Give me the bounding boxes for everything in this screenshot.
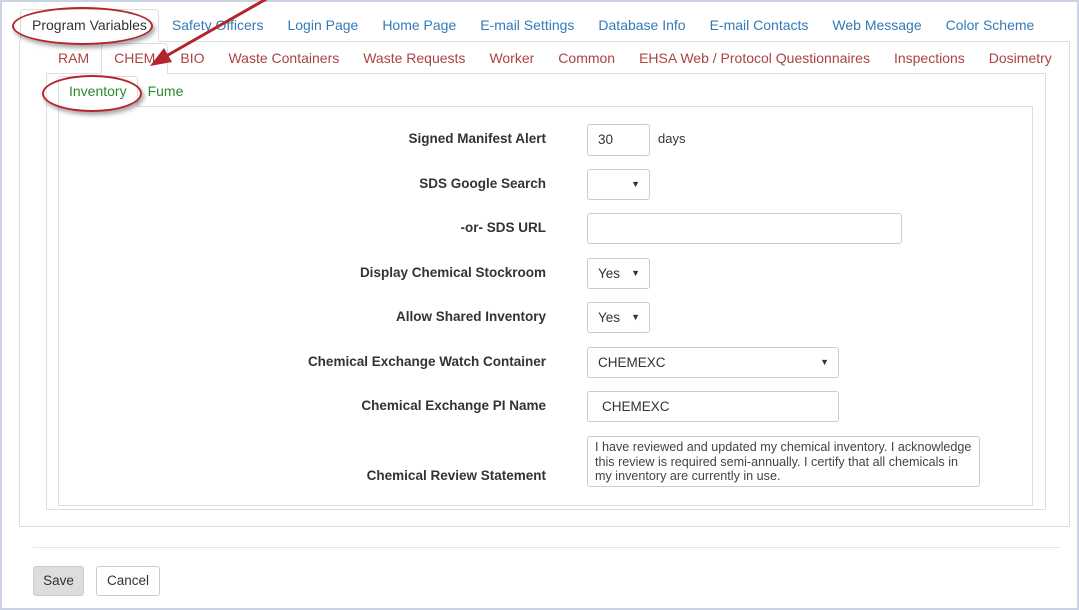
- tab-color-scheme[interactable]: Color Scheme: [935, 9, 1046, 41]
- sds-url-input[interactable]: [587, 213, 902, 244]
- chemical-review-statement-textarea[interactable]: I have reviewed and updated my chemical …: [587, 436, 980, 487]
- tab-ram[interactable]: RAM: [46, 43, 101, 73]
- chemical-exchange-pi-name-input[interactable]: CHEMEXC: [587, 391, 839, 422]
- chemical-exchange-pi-name-label: Chemical Exchange PI Name: [361, 398, 546, 413]
- signed-manifest-alert-label: Signed Manifest Alert: [408, 131, 546, 146]
- tab-program-variables[interactable]: Program Variables: [20, 9, 159, 42]
- chevron-down-icon: ▼: [820, 357, 829, 367]
- tab-ehsa-web-protocol-questionnaires[interactable]: EHSA Web / Protocol Questionnaires: [627, 43, 882, 73]
- tab-database-info[interactable]: Database Info: [587, 9, 696, 41]
- tab-fume[interactable]: Fume: [138, 76, 194, 106]
- tab-worker[interactable]: Worker: [477, 43, 546, 73]
- divider: [33, 547, 1060, 548]
- days-unit-label: days: [658, 131, 686, 146]
- allow-shared-inventory-label: Allow Shared Inventory: [395, 309, 546, 324]
- program-tabs: RAM CHEM BIO Waste Containers Waste Requ…: [46, 43, 1064, 74]
- tab-home-page[interactable]: Home Page: [371, 9, 467, 41]
- chevron-down-icon: ▼: [631, 268, 640, 278]
- display-chemical-stockroom-label: Display Chemical Stockroom: [359, 265, 546, 280]
- tab-waste-requests[interactable]: Waste Requests: [351, 43, 477, 73]
- top-tabs: Program Variables Safety Officers Login …: [20, 9, 1047, 42]
- sds-url-label: -or- SDS URL: [460, 220, 547, 235]
- tab-web-message[interactable]: Web Message: [821, 9, 932, 41]
- chevron-down-icon: ▼: [631, 179, 640, 189]
- allow-shared-inventory-select[interactable]: Yes ▼: [587, 302, 650, 333]
- sds-google-search-select[interactable]: ▼: [587, 169, 650, 200]
- chemical-exchange-watch-container-select[interactable]: CHEMEXC ▼: [587, 347, 839, 378]
- display-chemical-stockroom-select[interactable]: Yes ▼: [587, 258, 650, 289]
- tab-safety-officers[interactable]: Safety Officers: [161, 9, 275, 41]
- chemical-exchange-watch-container-label: Chemical Exchange Watch Container: [307, 354, 546, 369]
- tab-inspections[interactable]: Inspections: [882, 43, 977, 73]
- tab-login-page[interactable]: Login Page: [276, 9, 369, 41]
- tab-inventory[interactable]: Inventory: [58, 76, 138, 107]
- display-chemical-stockroom-value: Yes: [598, 266, 621, 281]
- tab-dosimetry[interactable]: Dosimetry: [977, 43, 1064, 73]
- save-button[interactable]: Save: [33, 566, 84, 596]
- allow-shared-inventory-value: Yes: [598, 310, 621, 325]
- tab-email-contacts[interactable]: E-mail Contacts: [699, 9, 820, 41]
- cancel-button[interactable]: Cancel: [96, 566, 160, 596]
- sds-google-search-label: SDS Google Search: [419, 176, 546, 191]
- tab-common[interactable]: Common: [546, 43, 627, 73]
- chevron-down-icon: ▼: [631, 312, 640, 322]
- chem-tabs: Inventory Fume: [58, 76, 194, 107]
- tab-email-settings[interactable]: E-mail Settings: [469, 9, 585, 41]
- tab-bio[interactable]: BIO: [168, 43, 216, 73]
- tab-waste-containers[interactable]: Waste Containers: [216, 43, 351, 73]
- tab-chem[interactable]: CHEM: [101, 43, 169, 74]
- chemical-exchange-watch-container-value: CHEMEXC: [598, 355, 666, 370]
- chemical-review-statement-label: Chemical Review Statement: [366, 468, 546, 483]
- signed-manifest-alert-input[interactable]: 30: [587, 124, 650, 156]
